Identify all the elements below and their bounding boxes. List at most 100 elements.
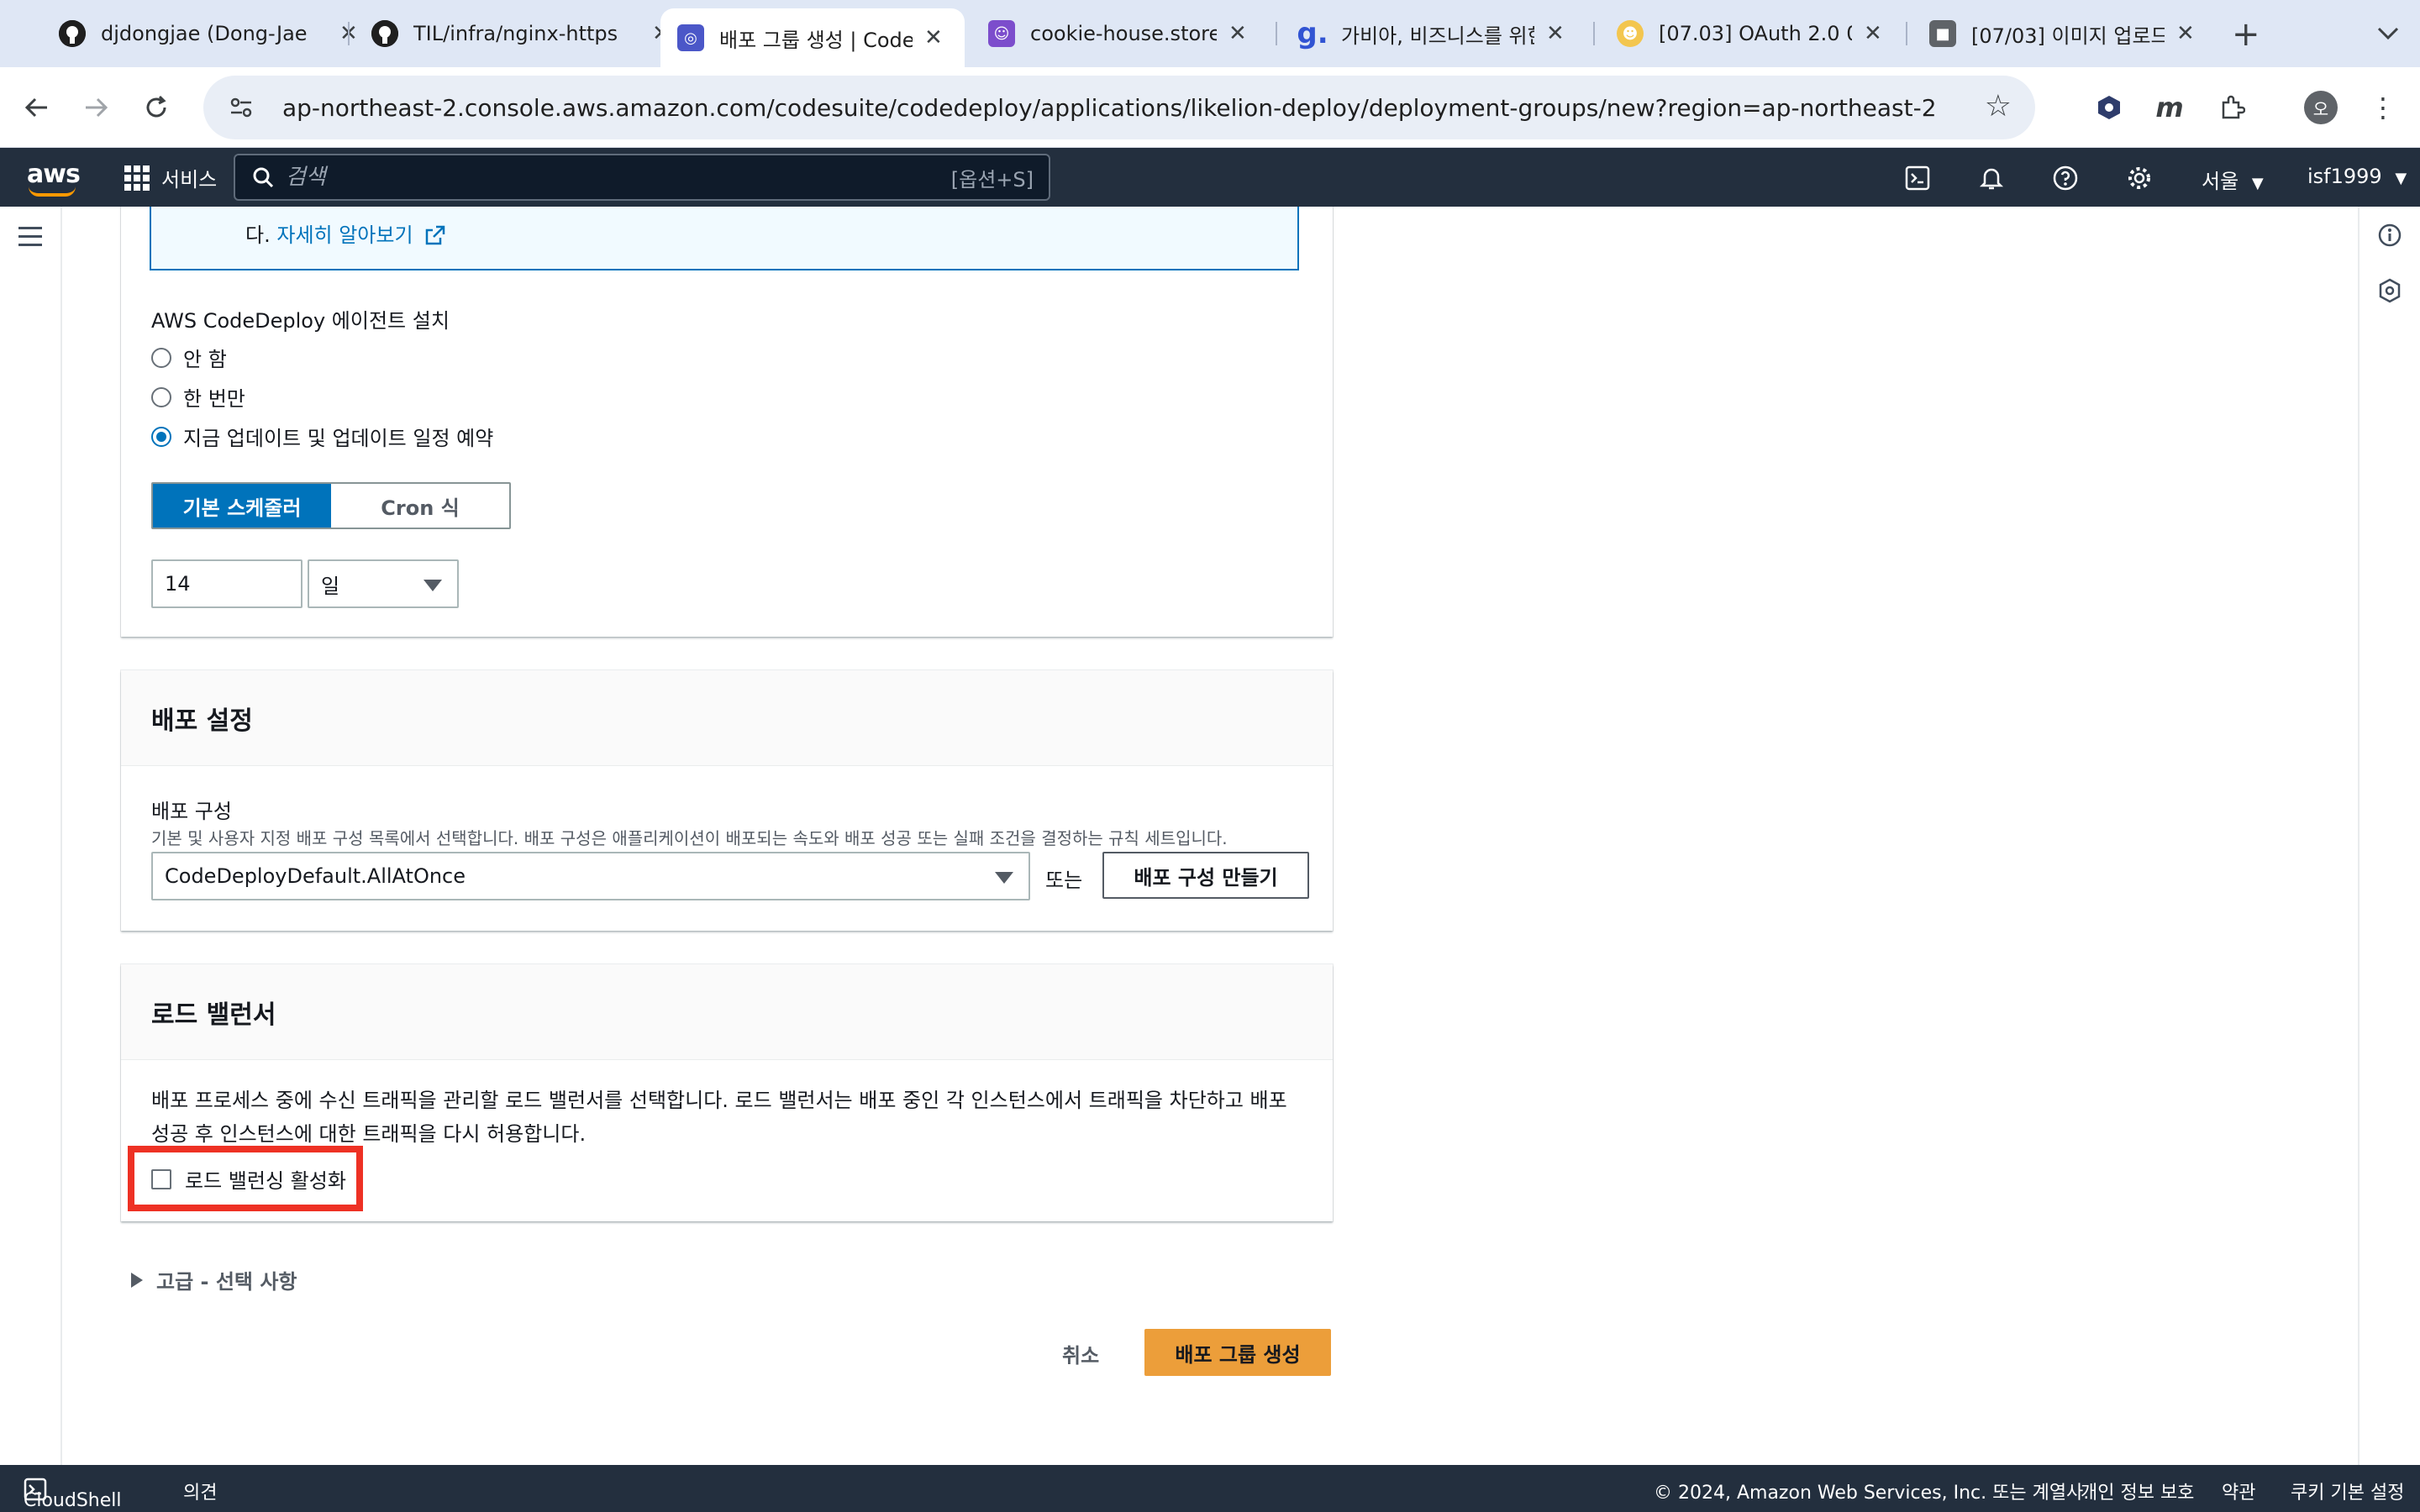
- info-alert: 다. 자세히 알아보기: [150, 207, 1299, 270]
- tools-hex-icon[interactable]: [2376, 277, 2403, 307]
- enable-load-balancing-checkbox[interactable]: [151, 1168, 171, 1189]
- browser-tab[interactable]: ■ [07/03] 이미지 업로드 ✕: [1912, 12, 2212, 55]
- aws-top-nav: aws 서비스 [옵션+S] 서울 ▼ isf1999 ▼: [0, 148, 2420, 207]
- aws-search-box[interactable]: [옵션+S]: [234, 154, 1050, 201]
- tab-title: [07/03] 이미지 업로드: [1971, 24, 2165, 48]
- browser-tab[interactable]: djdongjae (Dong-Jae ✕: [42, 12, 375, 55]
- site-info-icon[interactable]: [229, 95, 254, 120]
- tab-cron-expression[interactable]: Cron 식: [331, 484, 509, 528]
- close-tab-icon[interactable]: ✕: [1864, 21, 1882, 46]
- profile-avatar[interactable]: 오: [2299, 86, 2343, 129]
- deployment-config-label: 배포 구성: [151, 800, 232, 823]
- browser-tab[interactable]: TIL/infra/nginx-https ✕: [355, 12, 687, 55]
- main-content: 다. 자세히 알아보기 AWS CodeDeploy 에이전트 설치 안 함 한…: [62, 207, 2358, 1465]
- tab-basic-scheduler[interactable]: 기본 스케줄러: [153, 484, 331, 528]
- cancel-button[interactable]: 취소: [1062, 1339, 1099, 1368]
- help-icon[interactable]: [2049, 161, 2082, 195]
- interval-unit-select[interactable]: 일: [308, 559, 459, 608]
- browser-tab[interactable]: ☺ cookie-house.store ✕: [971, 12, 1264, 55]
- gabia-icon: g.: [1297, 17, 1328, 50]
- bookmark-star-icon[interactable]: ☆: [1985, 89, 2012, 123]
- advanced-expander[interactable]: 고급 - 선택 사항: [131, 1265, 297, 1294]
- agent-option-update-schedule[interactable]: 지금 업데이트 및 업데이트 일정 예약: [151, 422, 493, 451]
- browser-menu-icon[interactable]: ⋮: [2361, 86, 2405, 129]
- settings-gear-icon[interactable]: [2123, 161, 2156, 195]
- radio-never[interactable]: [151, 347, 171, 368]
- deployment-config-description: 기본 및 사용자 지정 배포 구성 목록에서 선택합니다. 배포 구성은 애플리…: [151, 828, 1228, 848]
- checkbox-label: 로드 밸런싱 활성화: [185, 1169, 346, 1193]
- create-deployment-group-button[interactable]: 배포 그룹 생성: [1144, 1329, 1331, 1376]
- radio-once[interactable]: [151, 386, 171, 407]
- info-icon[interactable]: [2376, 222, 2403, 252]
- terms-link[interactable]: 약관: [2222, 1478, 2255, 1504]
- copyright-text: © 2024, Amazon Web Services, Inc. 또는 계열사…: [1654, 1483, 2090, 1504]
- url-text: ap-northeast-2.console.aws.amazon.com/co…: [282, 93, 1937, 122]
- close-tab-icon[interactable]: ✕: [924, 25, 943, 50]
- deployment-settings-header: 배포 설정: [121, 670, 1333, 766]
- github-icon: [371, 20, 398, 47]
- browser-tab[interactable]: g. 가비아, 비즈니스를 위한 ✕: [1282, 12, 1581, 55]
- emoji-icon: ☻: [1617, 20, 1644, 47]
- region-selector[interactable]: 서울 ▼: [2202, 165, 2264, 194]
- address-bar[interactable]: ap-northeast-2.console.aws.amazon.com/co…: [203, 76, 2035, 139]
- agent-option-never[interactable]: 안 함: [151, 343, 227, 372]
- browser-toolbar: ap-northeast-2.console.aws.amazon.com/co…: [0, 67, 2420, 148]
- account-menu[interactable]: isf1999 ▼: [2307, 165, 2407, 188]
- aws-logo[interactable]: aws: [27, 160, 81, 197]
- menu-hamburger-icon[interactable]: [18, 227, 42, 252]
- scheduler-toggle: 기본 스케줄러 Cron 식: [151, 482, 511, 529]
- aws-search-input[interactable]: [286, 165, 951, 190]
- services-menu-button[interactable]: 서비스: [124, 163, 217, 192]
- region-label: 서울: [2202, 170, 2239, 193]
- close-tab-icon[interactable]: ✕: [1228, 21, 1247, 46]
- tab-title: TIL/infra/nginx-https: [413, 22, 618, 45]
- privacy-link[interactable]: 개인 정보 보호: [2081, 1478, 2194, 1504]
- account-label: isf1999: [2307, 165, 2382, 188]
- cookie-preferences-link[interactable]: 쿠키 기본 설정: [2291, 1478, 2404, 1504]
- external-link-icon: [425, 225, 445, 245]
- browser-tab-active[interactable]: ◎ 배포 그룹 생성 | CodeD ✕: [660, 8, 965, 67]
- cookie-house-icon: ☺: [988, 20, 1015, 47]
- deployment-config-select[interactable]: CodeDeployDefault.AllAtOnce: [151, 852, 1030, 900]
- cloudshell-icon[interactable]: [1901, 161, 1934, 195]
- back-icon[interactable]: [15, 86, 59, 129]
- codedeploy-icon: ◎: [677, 24, 704, 51]
- extension-hex-icon[interactable]: [2087, 86, 2131, 129]
- tab-title: [07.03] OAuth 2.0 0: [1659, 22, 1852, 45]
- extension-m-icon[interactable]: m: [2148, 86, 2191, 129]
- forward-icon[interactable]: [74, 86, 118, 129]
- or-text: 또는: [1045, 869, 1083, 892]
- aws-smile-icon: [29, 186, 76, 197]
- cloudshell-footer-button[interactable]: CloudShell: [24, 1478, 122, 1511]
- tab-search-chevron-icon[interactable]: [2370, 17, 2407, 50]
- deployment-config-value: CodeDeployDefault.AllAtOnce: [165, 864, 466, 888]
- new-tab-icon[interactable]: +: [2232, 15, 2260, 54]
- interval-unit-value: 일: [321, 574, 340, 598]
- aws-logo-text: aws: [27, 160, 81, 189]
- reload-icon[interactable]: [134, 86, 178, 129]
- tab-title: cookie-house.store: [1030, 22, 1217, 45]
- learn-more-link[interactable]: 자세히 알아보기: [276, 223, 446, 247]
- services-label: 서비스: [161, 168, 218, 192]
- aws-footer: CloudShell 의견 © 2024, Amazon Web Service…: [0, 1465, 2420, 1512]
- info-alert-text: 다. 자세히 알아보기: [245, 218, 446, 248]
- close-tab-icon[interactable]: ✕: [1546, 21, 1565, 46]
- caret-down-icon: [424, 580, 442, 591]
- learn-more-label: 자세히 알아보기: [276, 223, 413, 247]
- github-icon: [59, 20, 86, 47]
- extensions-puzzle-icon[interactable]: [2210, 86, 2254, 129]
- feedback-link[interactable]: 의견: [183, 1478, 217, 1504]
- interval-input[interactable]: 14: [151, 559, 302, 608]
- enable-load-balancing-option[interactable]: 로드 밸런싱 활성화: [151, 1164, 346, 1194]
- info-text-prefix: 다.: [245, 223, 271, 247]
- agent-option-once[interactable]: 한 번만: [151, 382, 245, 412]
- radio-update-schedule[interactable]: [151, 426, 171, 447]
- browser-tab[interactable]: ☻ [07.03] OAuth 2.0 0 ✕: [1600, 12, 1899, 55]
- caret-right-icon: [131, 1272, 143, 1288]
- notifications-bell-icon[interactable]: [1975, 161, 2008, 195]
- caret-down-icon: ▼: [2395, 170, 2407, 187]
- close-tab-icon[interactable]: ✕: [2176, 21, 2195, 46]
- tab-separator: [1906, 22, 1907, 45]
- browser-tab-strip: djdongjae (Dong-Jae ✕ TIL/infra/nginx-ht…: [0, 0, 2420, 67]
- create-deployment-config-button[interactable]: 배포 구성 만들기: [1102, 852, 1309, 899]
